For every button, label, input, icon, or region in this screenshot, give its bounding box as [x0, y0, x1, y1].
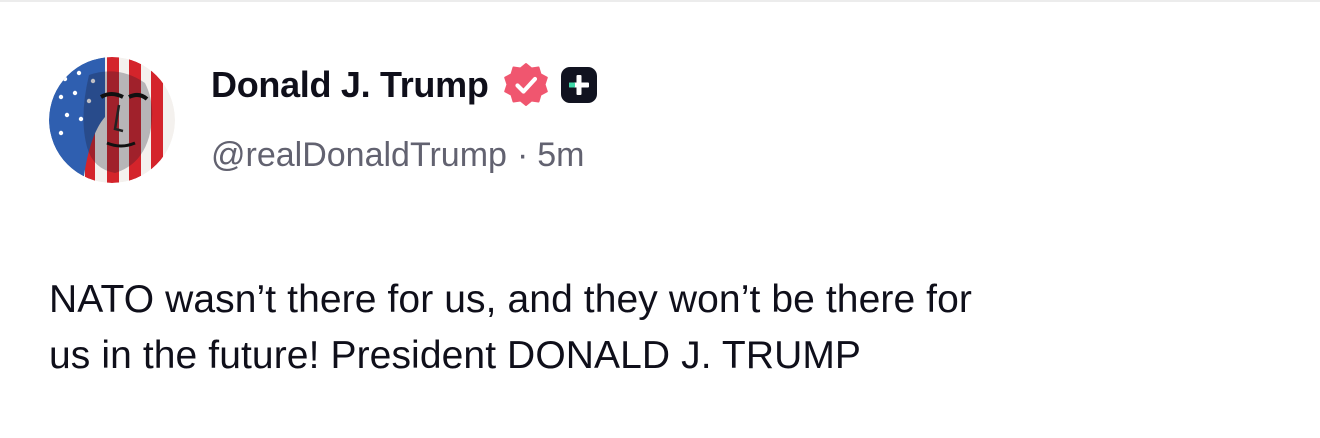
- post-body-line: NATO wasn’t there for us, and they won’t…: [49, 278, 972, 321]
- post-body-line: us in the future! President DONALD J. TR…: [49, 334, 862, 377]
- avatar-image: [49, 57, 175, 183]
- post-meta: @realDonaldTrump · 5m: [211, 136, 585, 182]
- author-handle[interactable]: @realDonaldTrump: [211, 136, 507, 175]
- verified-badge-icon: [503, 62, 549, 108]
- post-card: Donald J. Trump @realDonaldTrump · 5m NA…: [0, 0, 1320, 438]
- author-display-name[interactable]: Donald J. Trump: [211, 64, 489, 106]
- post-body: NATO wasn’t there for us, and they won’t…: [49, 272, 1289, 384]
- author-name-row: Donald J. Trump: [211, 62, 597, 108]
- plus-badge-icon: [560, 67, 597, 103]
- author-avatar[interactable]: [49, 57, 175, 183]
- post-timestamp[interactable]: 5m: [537, 136, 584, 175]
- meta-separator: ·: [516, 136, 529, 174]
